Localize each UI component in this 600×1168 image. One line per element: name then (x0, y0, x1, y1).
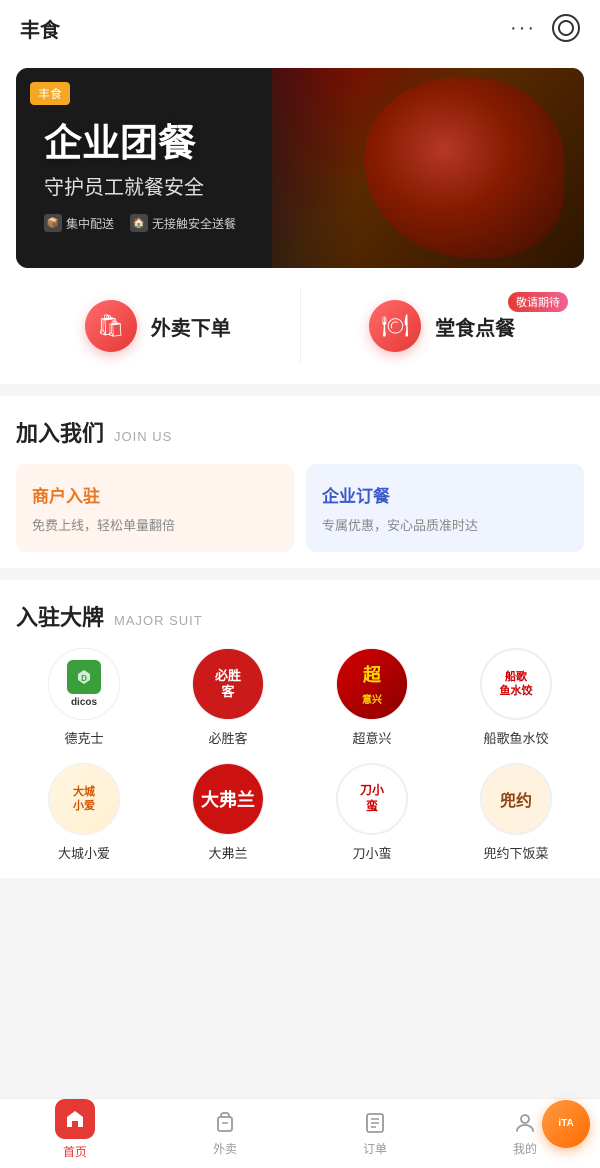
nav-home[interactable]: 首页 (0, 1099, 150, 1168)
dcxa-name: 大城小爱 (58, 843, 110, 862)
float-btn-text: iTA (558, 1118, 573, 1130)
dicos-logo: D dicos (48, 648, 120, 720)
section-divider (0, 384, 600, 396)
join-cards: 商户入驻 免费上线，轻松单量翻倍 企业订餐 专属优惠，安心品质准时达 (16, 464, 584, 552)
dxm-name: 刀小蛮 (352, 843, 391, 862)
dine-in-label: 堂食点餐 (435, 312, 515, 341)
enterprise-card[interactable]: 企业订餐 专属优惠，安心品质准时达 (306, 464, 584, 552)
join-title-en: JOIN US (114, 429, 172, 444)
brand-bsk[interactable]: 必胜客 必胜客 (160, 648, 296, 747)
coming-soon-badge: 敬请期待 (508, 292, 568, 312)
brands-title-row: 入驻大牌 MAJOR SUIT (16, 600, 584, 632)
banner-subtitle: 守护员工就餐安全 (44, 171, 556, 200)
takeout-label: 外卖下单 (151, 312, 231, 341)
app-title: 丰食 (20, 14, 60, 43)
takeout-action[interactable]: 🛍 外卖下单 (16, 288, 300, 364)
merchant-desc: 免费上线，轻松单量翻倍 (32, 515, 278, 534)
dafl-name: 大弗兰 (208, 843, 247, 862)
enterprise-title: 企业订餐 (322, 482, 568, 507)
chaoyx-logo: 超意兴 (336, 648, 408, 720)
banner-badge2-text: 无接触安全送餐 (152, 215, 236, 232)
brands-title-cn: 入驻大牌 (16, 600, 104, 632)
dine-in-icon: 🍽 (369, 300, 421, 352)
brand-dicos[interactable]: D dicos 德克士 (16, 648, 152, 747)
banner-title: 企业团餐 (44, 124, 556, 166)
header-actions: ··· (510, 14, 580, 42)
brand-dcxa[interactable]: 大城小爱 大城小爱 (16, 763, 152, 862)
nav-takeout-label: 外卖 (213, 1140, 237, 1157)
brand-chaoyx[interactable]: 超意兴 超意兴 (304, 648, 440, 747)
banner-tag: 丰食 (30, 82, 70, 105)
join-title-cn: 加入我们 (16, 416, 104, 448)
brands-grid: D dicos 德克士 必胜客 必胜客 超意兴 (16, 648, 584, 862)
dafl-logo: 大弗兰 (192, 763, 264, 835)
join-title-row: 加入我们 JOIN US (16, 416, 584, 448)
profile-nav-icon (512, 1110, 538, 1136)
nav-orders[interactable]: 订单 (300, 1099, 450, 1168)
enterprise-desc: 专属优惠，安心品质准时达 (322, 515, 568, 534)
safe-icon: 🏠 (130, 214, 148, 232)
home-icon (55, 1099, 95, 1139)
brand-douyue[interactable]: 兜约 兜约下饭菜 (448, 763, 584, 862)
takeout-nav-icon (212, 1110, 238, 1136)
scan-icon[interactable] (552, 14, 580, 42)
banner-section: 丰食 企业团餐 守护员工就餐安全 📦 集中配送 🏠 无接触安全送餐 (0, 56, 600, 268)
brand-chuange[interactable]: 船歌鱼水饺 船歌鱼水饺 (448, 648, 584, 747)
banner-badges: 📦 集中配送 🏠 无接触安全送餐 (44, 214, 556, 232)
douyue-name: 兜约下饭菜 (483, 843, 548, 862)
dicos-name: 德克士 (64, 728, 103, 747)
app-header: 丰食 ··· (0, 0, 600, 56)
chaoyx-name: 超意兴 (352, 728, 391, 747)
delivery-icon: 📦 (44, 214, 62, 232)
brands-section: 入驻大牌 MAJOR SUIT D dicos 德克士 (0, 580, 600, 878)
nav-home-label: 首页 (63, 1143, 87, 1160)
banner[interactable]: 丰食 企业团餐 守护员工就餐安全 📦 集中配送 🏠 无接触安全送餐 (16, 68, 584, 268)
dxm-logo: 刀小蛮 (336, 763, 408, 835)
more-options-icon[interactable]: ··· (510, 17, 536, 40)
nav-orders-label: 订单 (363, 1140, 387, 1157)
orders-nav-icon (362, 1110, 388, 1136)
dine-in-action[interactable]: 敬请期待 🍽 堂食点餐 (300, 288, 585, 364)
nav-profile-label: 我的 (513, 1140, 537, 1157)
bsk-logo: 必胜客 (192, 648, 264, 720)
banner-content: 丰食 企业团餐 守护员工就餐安全 📦 集中配送 🏠 无接触安全送餐 (16, 68, 584, 268)
douyue-logo: 兜约 (480, 763, 552, 835)
takeout-icon: 🛍 (85, 300, 137, 352)
bsk-name: 必胜客 (208, 728, 247, 747)
float-button[interactable]: iTA (542, 1100, 590, 1148)
page-bottom-spacer (0, 878, 600, 958)
quick-actions-section: 🛍 外卖下单 敬请期待 🍽 堂食点餐 (0, 268, 600, 384)
brand-dxm[interactable]: 刀小蛮 刀小蛮 (304, 763, 440, 862)
nav-takeout[interactable]: 外卖 (150, 1099, 300, 1168)
chuange-name: 船歌鱼水饺 (483, 728, 548, 747)
join-section: 加入我们 JOIN US 商户入驻 免费上线，轻松单量翻倍 企业订餐 专属优惠，… (0, 396, 600, 568)
merchant-card[interactable]: 商户入驻 免费上线，轻松单量翻倍 (16, 464, 294, 552)
merchant-title: 商户入驻 (32, 482, 278, 507)
bottom-navigation: 首页 外卖 订单 (0, 1098, 600, 1168)
banner-badge1-text: 集中配送 (66, 215, 114, 232)
svg-text:D: D (81, 674, 87, 683)
banner-badge-safe: 🏠 无接触安全送餐 (130, 214, 236, 232)
chuange-logo: 船歌鱼水饺 (480, 648, 552, 720)
dcxa-logo: 大城小爱 (48, 763, 120, 835)
brand-dafl[interactable]: 大弗兰 大弗兰 (160, 763, 296, 862)
brands-title-en: MAJOR SUIT (114, 613, 203, 628)
banner-badge-delivery: 📦 集中配送 (44, 214, 114, 232)
